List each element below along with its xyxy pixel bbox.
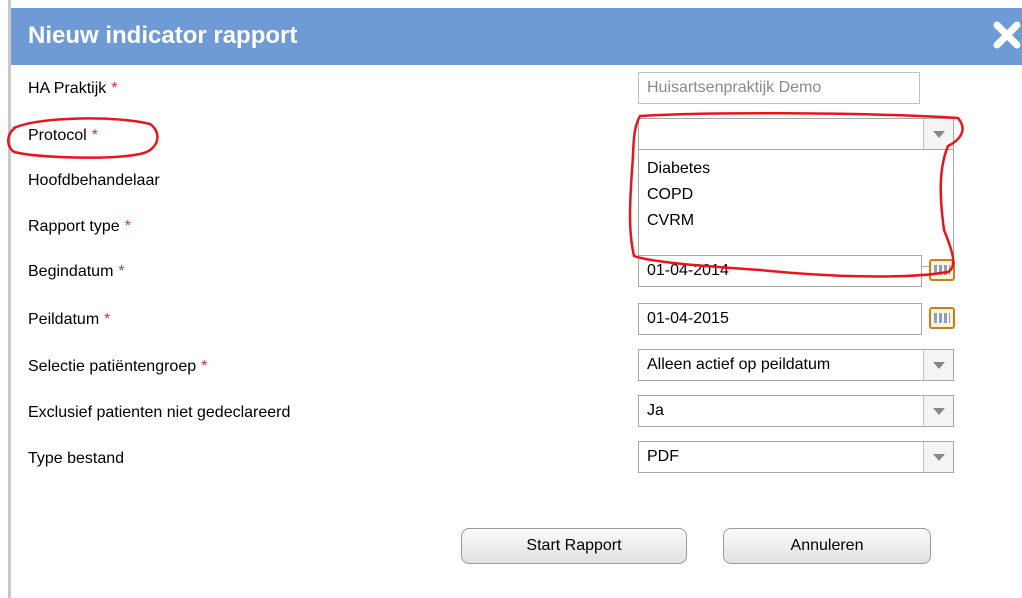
dialog-title: Nieuw indicator rapport: [28, 22, 298, 49]
protocol-select[interactable]: [638, 118, 954, 150]
dialog-titlebar: Nieuw indicator rapport: [11, 8, 1022, 65]
peildatum-label: Peildatum *: [28, 311, 111, 328]
required-marker: *: [104, 311, 111, 328]
required-marker: *: [201, 358, 208, 375]
hoofdbehandelaar-label: Hoofdbehandelaar: [28, 172, 160, 189]
selectie-label: Selectie patiëntengroep *: [28, 358, 208, 375]
exclusief-select[interactable]: Ja: [638, 395, 954, 427]
selectie-select[interactable]: Alleen actief op peildatum: [638, 349, 954, 381]
type-bestand-select[interactable]: PDF: [638, 441, 954, 473]
exclusief-label: Exclusief patienten niet gedeclareerd: [28, 404, 291, 421]
chevron-down-icon[interactable]: [923, 350, 953, 380]
protocol-option-copd[interactable]: COPD: [647, 186, 693, 204]
new-indicator-report-dialog: Nieuw indicator rapport HA Praktijk * Hui…: [7, 0, 1022, 598]
required-marker: *: [118, 263, 125, 280]
peildatum-input[interactable]: 01-04-2015: [638, 303, 922, 335]
required-marker: *: [124, 218, 131, 235]
type-bestand-label: Type bestand: [28, 450, 125, 467]
chevron-down-icon[interactable]: [923, 442, 953, 472]
required-marker: *: [91, 127, 98, 144]
cancel-button[interactable]: Annuleren: [723, 528, 931, 564]
calendar-icon[interactable]: [929, 259, 955, 281]
protocol-option-diabetes[interactable]: Diabetes: [647, 160, 710, 178]
protocol-label: Protocol *: [28, 127, 98, 144]
required-marker: *: [111, 80, 118, 97]
chevron-down-icon[interactable]: [923, 119, 953, 149]
start-report-button[interactable]: Start Rapport: [461, 528, 687, 564]
protocol-option-cvrm[interactable]: CVRM: [647, 212, 694, 230]
protocol-dropdown-list: Diabetes COPD CVRM: [638, 149, 954, 267]
calendar-icon[interactable]: [929, 307, 955, 329]
begindatum-label: Begindatum *: [28, 263, 125, 280]
close-icon[interactable]: [992, 20, 1022, 50]
ha-praktijk-label: HA Praktijk *: [28, 80, 118, 97]
ha-praktijk-field: Huisartsenpraktijk Demo: [638, 72, 920, 104]
rapport-type-label: Rapport type *: [28, 218, 131, 235]
begindatum-input[interactable]: 01-04-2014: [638, 255, 922, 287]
chevron-down-icon[interactable]: [923, 396, 953, 426]
